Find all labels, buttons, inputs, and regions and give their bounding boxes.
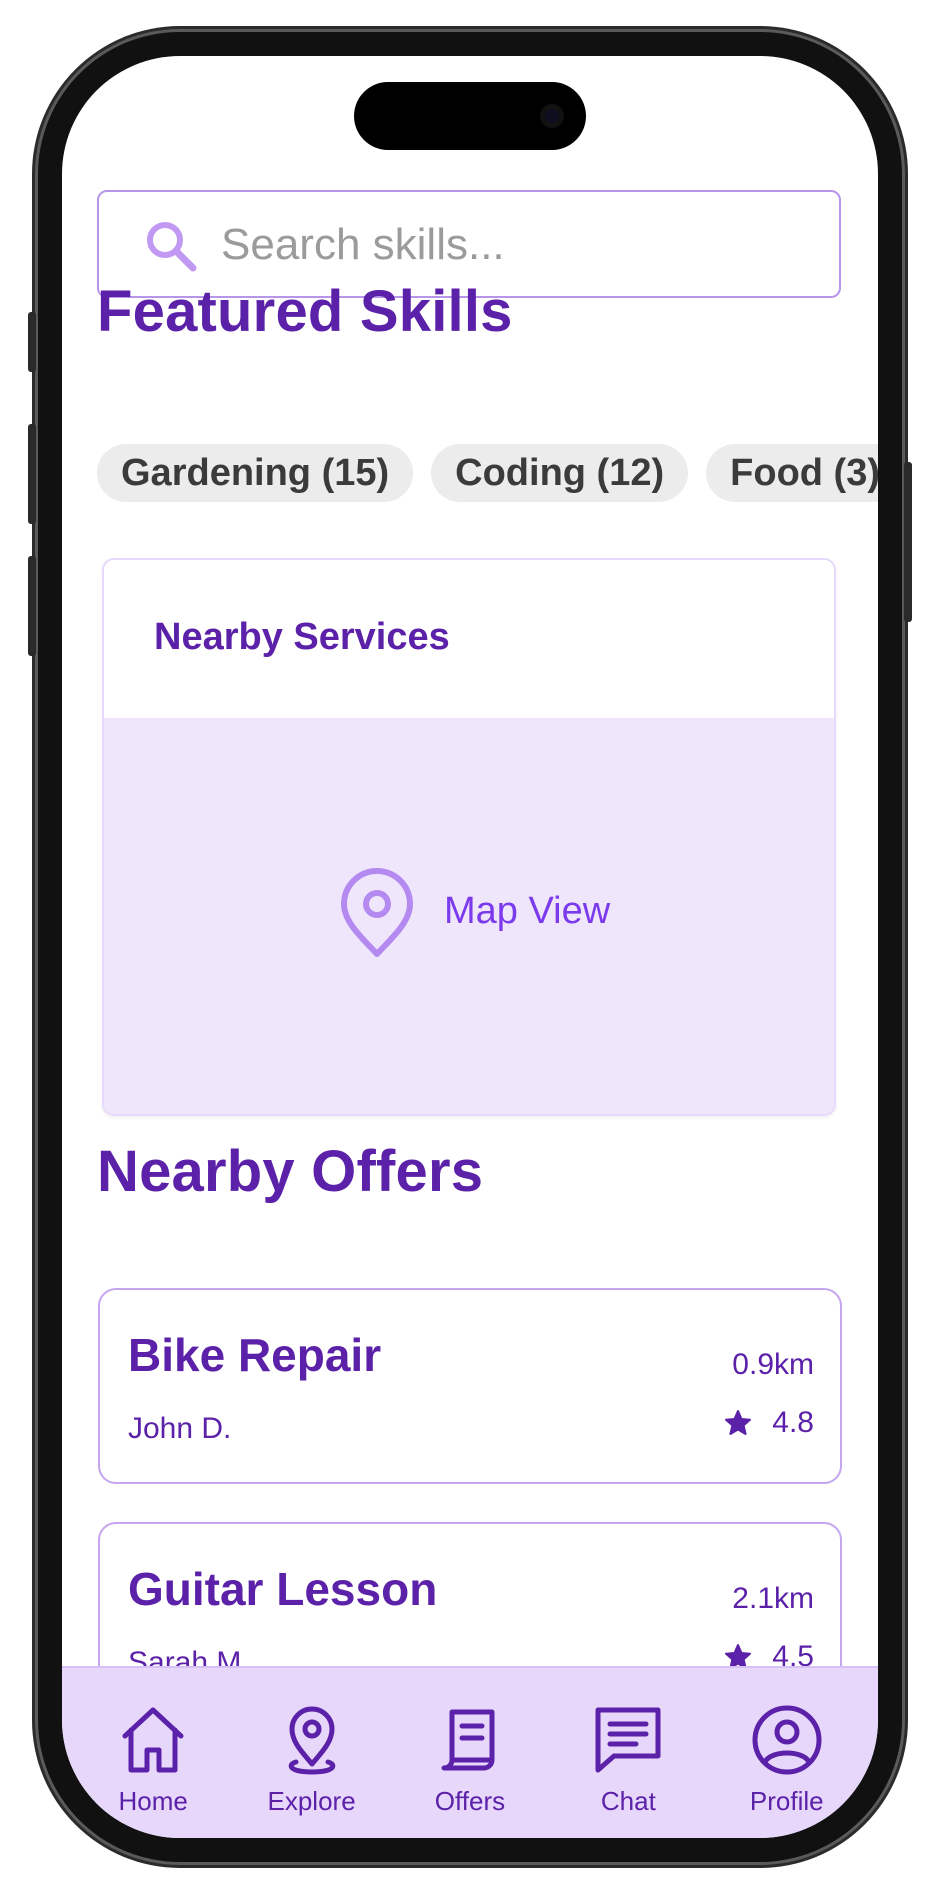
nav-item-explore[interactable]: Explore [242, 1668, 382, 1817]
nav-label-offers: Offers [434, 1786, 506, 1816]
skill-chips: Gardening (15) Coding (12) Food (3) [97, 444, 878, 504]
map-pin-icon [341, 868, 413, 957]
featured-skills-heading: Featured Skills [97, 279, 513, 344]
nav-item-chat[interactable]: Chat [558, 1668, 698, 1817]
nearby-offers-heading: Nearby Offers [97, 1139, 484, 1204]
mute-switch [28, 312, 36, 372]
chat-icon [595, 1707, 661, 1773]
nav-label-home: Home [118, 1786, 188, 1816]
scroll-icon [441, 1709, 495, 1771]
nearby-services-title: Nearby Services [154, 616, 450, 658]
volume-down-button [28, 556, 36, 656]
front-camera [540, 104, 564, 128]
star-icon [725, 1410, 752, 1435]
nearby-services-card: Nearby Services Map View [102, 558, 836, 1116]
offer-user: John D. [128, 1412, 232, 1445]
nav-label-profile: Profile [749, 1786, 824, 1816]
dynamic-island [354, 82, 586, 150]
nav-item-home[interactable]: Home [83, 1668, 223, 1817]
user-circle-icon [752, 1705, 822, 1775]
nav-item-offers[interactable]: Offers [400, 1668, 540, 1817]
chip-gardening[interactable]: Gardening (15) [97, 444, 414, 502]
offer-distance: 0.9km [732, 1348, 814, 1381]
map-view-label: Map View [444, 890, 611, 932]
app-screen: Featured Skills Gardening (15) Coding (12… [62, 56, 878, 1838]
offer-card[interactable]: Bike Repair John D. 0.9km 4.8 [98, 1288, 842, 1484]
map-pin-icon [288, 1706, 335, 1775]
nav-label-explore: Explore [267, 1786, 356, 1816]
map-view[interactable]: Map View [104, 718, 834, 1114]
bottom-nav: Home Explore Offers Chat Profile [62, 1666, 878, 1838]
offer-title: Guitar Lesson [128, 1563, 438, 1615]
nav-label-chat: Chat [600, 1786, 656, 1816]
offer-distance: 2.1km [732, 1582, 814, 1615]
chip-food[interactable]: Food (3) [706, 444, 878, 502]
power-button [904, 462, 912, 622]
search-icon [147, 222, 197, 272]
home-icon [122, 1707, 184, 1773]
offer-title: Bike Repair [128, 1329, 382, 1381]
offer-rating-value: 4.8 [772, 1406, 814, 1439]
nav-item-profile[interactable]: Profile [717, 1668, 857, 1817]
volume-up-button [28, 424, 36, 524]
chip-coding[interactable]: Coding (12) [431, 444, 689, 502]
search-input[interactable] [219, 212, 823, 278]
offer-rating: 4.8 [724, 1406, 814, 1440]
